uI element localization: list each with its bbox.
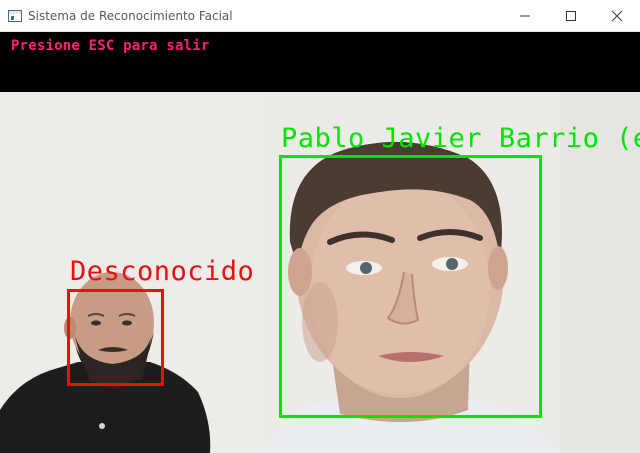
window-controls: [502, 0, 640, 31]
minimize-button[interactable]: [502, 0, 548, 31]
maximize-button[interactable]: [548, 0, 594, 31]
window-app-icon: [8, 9, 22, 22]
face-detection-box-unknown: [67, 289, 164, 386]
close-button[interactable]: [594, 0, 640, 31]
face-detection-box-known: [279, 155, 542, 418]
close-icon: [611, 10, 623, 21]
face-label-unknown: Desconocido: [70, 256, 255, 287]
face-label-known: Pablo Javier Barrio (el de: [281, 123, 640, 154]
window-title: Sistema de Reconocimiento Facial: [28, 8, 233, 23]
esc-instruction: Presione ESC para salir: [11, 38, 210, 54]
overlay-header: Presione ESC para salir: [0, 32, 640, 92]
title-bar[interactable]: Sistema de Reconocimiento Facial: [0, 0, 640, 32]
maximize-icon: [566, 10, 576, 21]
camera-feed: Pablo Javier Barrio (el de Desconocido: [0, 92, 640, 453]
minimize-icon: [520, 15, 530, 16]
app-window: Sistema de Reconocimiento Facial Presion…: [0, 0, 640, 453]
